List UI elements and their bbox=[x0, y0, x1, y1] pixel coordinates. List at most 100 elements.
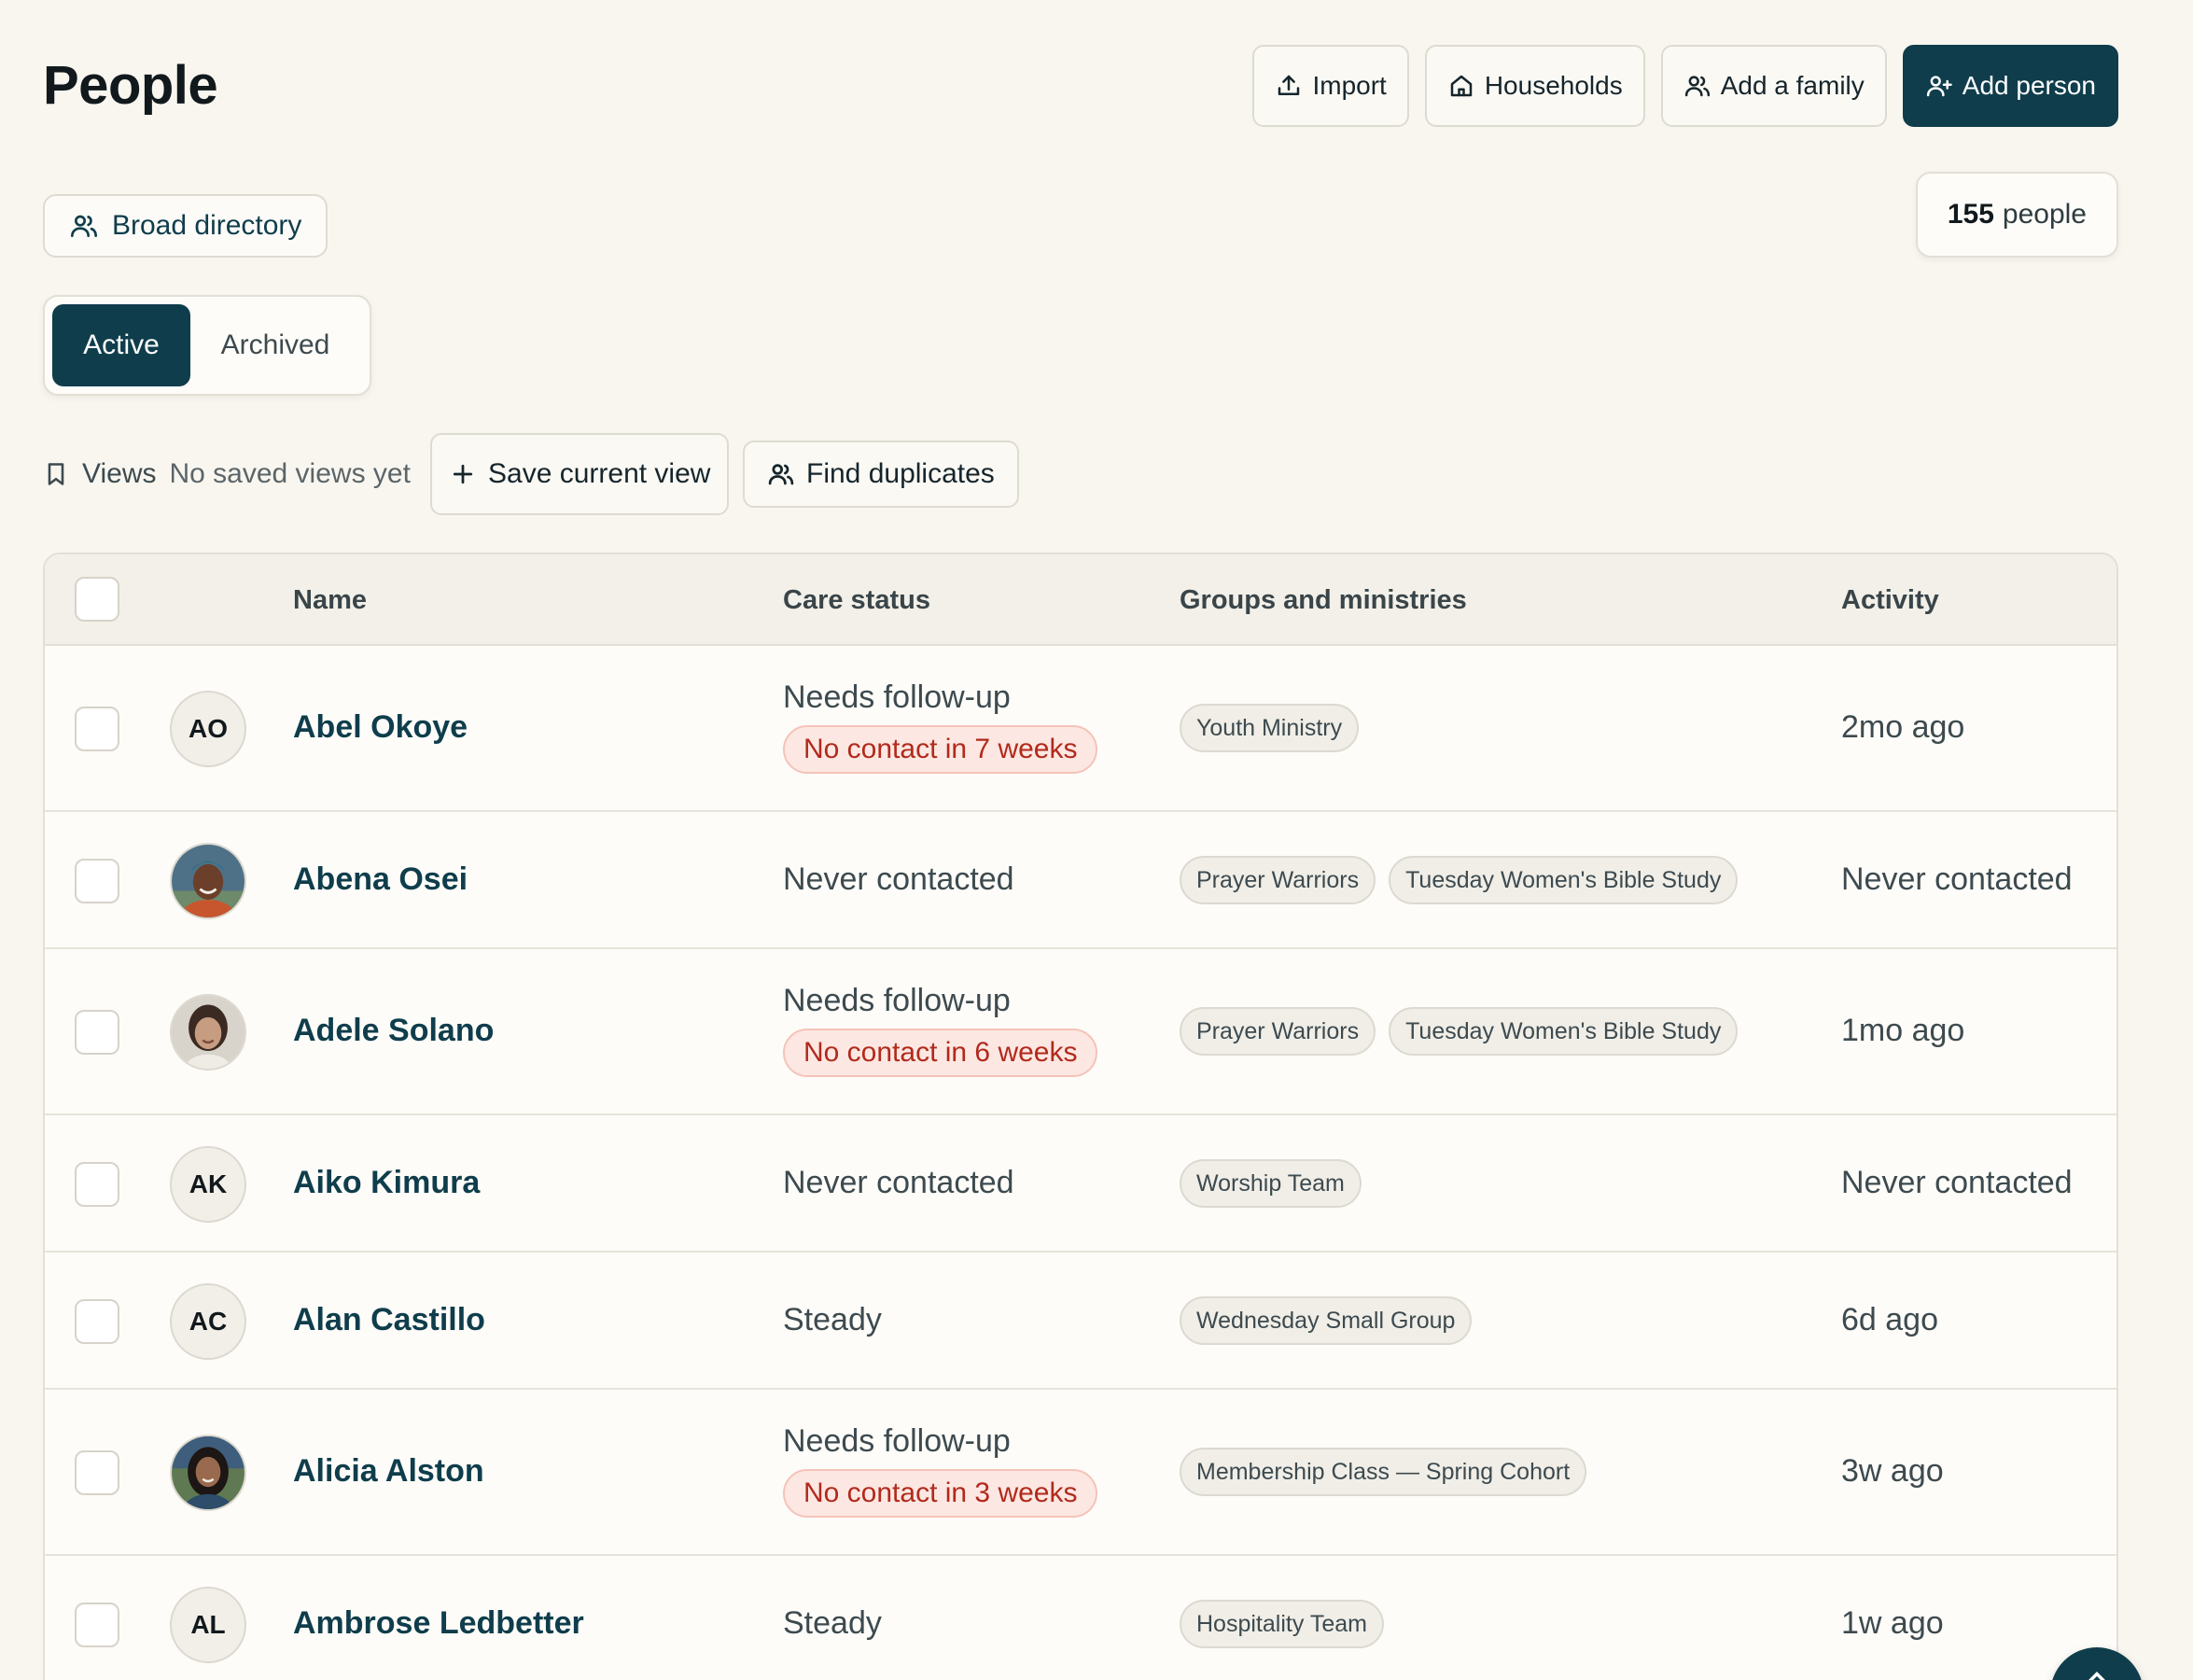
row-checkbox[interactable] bbox=[75, 1010, 119, 1055]
care-status-text: Never contacted bbox=[783, 861, 1014, 897]
column-header-groups[interactable]: Groups and ministries bbox=[1180, 554, 1467, 646]
find-duplicates-button[interactable]: Find duplicates bbox=[743, 441, 1019, 508]
tab-archived[interactable]: Archived bbox=[196, 304, 355, 386]
groups-cell: Prayer Warriors Tuesday Women's Bible St… bbox=[1180, 856, 1739, 904]
care-status-cell: Needs follow-up No contact in 6 weeks bbox=[783, 983, 1098, 1077]
care-status-text: Needs follow-up bbox=[783, 1423, 1011, 1459]
person-name-link[interactable]: Abel Okoye bbox=[293, 709, 468, 746]
column-header-activity[interactable]: Activity bbox=[1841, 554, 1939, 646]
table-row[interactable]: Alicia Alston Needs follow-up No contact… bbox=[45, 1390, 2116, 1556]
header-actions: Import Households Add a family Add perso… bbox=[1252, 45, 2118, 127]
avatar-photo bbox=[172, 1436, 244, 1509]
activity-text: Never contacted bbox=[1841, 1165, 2073, 1200]
group-tag[interactable]: Wednesday Small Group bbox=[1180, 1296, 1473, 1345]
care-status-text: Never contacted bbox=[783, 1165, 1014, 1200]
row-checkbox[interactable] bbox=[75, 1162, 119, 1207]
add-person-label: Add person bbox=[1962, 71, 2096, 100]
save-view-button[interactable]: Save current view bbox=[430, 433, 730, 515]
add-person-button[interactable]: Add person bbox=[1902, 45, 2118, 127]
upload-icon bbox=[1278, 75, 1300, 95]
no-contact-badge: No contact in 6 weeks bbox=[783, 1029, 1098, 1077]
person-name-link[interactable]: Ambrose Ledbetter bbox=[293, 1605, 584, 1642]
save-view-label: Save current view bbox=[488, 458, 711, 489]
person-name-link[interactable]: Abena Osei bbox=[293, 861, 468, 898]
person-name-link[interactable]: Alan Castillo bbox=[293, 1302, 485, 1338]
avatar-photo bbox=[172, 845, 244, 917]
people-page: People Import Households Add a family Ad… bbox=[43, 0, 2118, 1680]
row-checkbox[interactable] bbox=[75, 1603, 119, 1647]
care-status-cell: Never contacted bbox=[783, 861, 1014, 898]
views-bar: Views No saved views yet Save current vi… bbox=[43, 433, 1163, 515]
user-plus-icon bbox=[1926, 76, 1952, 97]
group-tag[interactable]: Prayer Warriors bbox=[1180, 856, 1376, 904]
care-status-cell: Needs follow-up No contact in 3 weeks bbox=[783, 1423, 1098, 1518]
people-count-value: 155 bbox=[1947, 199, 1994, 230]
activity-text: 2mo ago bbox=[1841, 709, 1965, 745]
group-tag[interactable]: Tuesday Women's Bible Study bbox=[1389, 856, 1739, 904]
directory-label: Broad directory bbox=[112, 210, 302, 241]
groups-cell: Worship Team bbox=[1180, 1159, 1362, 1208]
care-status-cell: Steady bbox=[783, 1302, 882, 1338]
people-count-unit: people bbox=[2002, 199, 2087, 230]
households-label: Households bbox=[1484, 71, 1623, 100]
avatar: AO bbox=[170, 691, 246, 767]
activity-text: 6d ago bbox=[1841, 1302, 1938, 1337]
table-row[interactable]: AC Alan Castillo Steady Wednesday Small … bbox=[45, 1253, 2116, 1390]
avatar: AK bbox=[170, 1146, 246, 1223]
row-checkbox[interactable] bbox=[75, 1450, 119, 1495]
views-label: Views bbox=[82, 458, 157, 489]
care-status-text: Steady bbox=[783, 1302, 882, 1337]
people-table: Name Care status Groups and ministries A… bbox=[43, 553, 2118, 1680]
group-tag[interactable]: Prayer Warriors bbox=[1180, 1007, 1376, 1056]
users-icon bbox=[768, 464, 794, 485]
no-contact-badge: No contact in 7 weeks bbox=[783, 725, 1098, 774]
avatar bbox=[170, 843, 246, 919]
avatar: AL bbox=[170, 1587, 246, 1663]
activity-text: Never contacted bbox=[1841, 861, 2073, 897]
row-checkbox[interactable] bbox=[75, 859, 119, 903]
import-label: Import bbox=[1312, 71, 1387, 100]
home-icon bbox=[1450, 75, 1473, 97]
select-all-checkbox[interactable] bbox=[75, 577, 119, 622]
groups-cell: Wednesday Small Group bbox=[1180, 1296, 1473, 1345]
people-count: 155 people bbox=[1915, 172, 2118, 258]
import-button[interactable]: Import bbox=[1252, 45, 1409, 127]
care-status-text: Steady bbox=[783, 1605, 882, 1641]
table-row[interactable]: Adele Solano Needs follow-up No contact … bbox=[45, 949, 2116, 1115]
table-header: Name Care status Groups and ministries A… bbox=[45, 554, 2116, 646]
person-name-link[interactable]: Alicia Alston bbox=[293, 1453, 484, 1490]
group-tag[interactable]: Membership Class — Spring Cohort bbox=[1180, 1448, 1587, 1496]
column-header-name[interactable]: Name bbox=[293, 554, 367, 646]
person-name-link[interactable]: Aiko Kimura bbox=[293, 1165, 480, 1201]
add-family-button[interactable]: Add a family bbox=[1660, 45, 1887, 127]
table-row[interactable]: AL Ambrose Ledbetter Steady Hospitality … bbox=[45, 1556, 2116, 1680]
row-checkbox[interactable] bbox=[75, 1299, 119, 1344]
group-tag[interactable]: Worship Team bbox=[1180, 1159, 1362, 1208]
tab-active[interactable]: Active bbox=[52, 304, 190, 386]
table-row[interactable]: AO Abel Okoye Needs follow-up No contact… bbox=[45, 646, 2116, 812]
person-name-link[interactable]: Adele Solano bbox=[293, 1013, 494, 1049]
groups-cell: Hospitality Team bbox=[1180, 1600, 1384, 1648]
table-row[interactable]: Abena Osei Never contacted Prayer Warrio… bbox=[45, 812, 2116, 949]
directory-selector[interactable]: Broad directory bbox=[43, 194, 328, 258]
group-tag[interactable]: Hospitality Team bbox=[1180, 1600, 1384, 1648]
groups-cell: Youth Ministry bbox=[1180, 704, 1360, 752]
plus-icon bbox=[453, 464, 473, 484]
chevron-up-icon bbox=[2088, 1672, 2105, 1680]
group-tag[interactable]: Youth Ministry bbox=[1180, 704, 1360, 752]
care-status-text: Needs follow-up bbox=[783, 679, 1011, 715]
households-button[interactable]: Households bbox=[1424, 45, 1645, 127]
group-tag[interactable]: Tuesday Women's Bible Study bbox=[1389, 1007, 1739, 1056]
page-title: People bbox=[43, 55, 218, 116]
avatar-photo bbox=[172, 996, 244, 1069]
views-label-group: Views No saved views yet bbox=[43, 433, 411, 515]
status-toggle: Active Archived bbox=[43, 295, 371, 396]
groups-cell: Membership Class — Spring Cohort bbox=[1180, 1448, 1587, 1496]
table-row[interactable]: AK Aiko Kimura Never contacted Worship T… bbox=[45, 1115, 2116, 1253]
column-header-care-status[interactable]: Care status bbox=[783, 554, 930, 646]
care-status-cell: Steady bbox=[783, 1605, 882, 1642]
avatar: AC bbox=[170, 1283, 246, 1360]
row-checkbox[interactable] bbox=[75, 707, 119, 751]
avatar bbox=[170, 994, 246, 1071]
find-duplicates-label: Find duplicates bbox=[806, 458, 995, 489]
